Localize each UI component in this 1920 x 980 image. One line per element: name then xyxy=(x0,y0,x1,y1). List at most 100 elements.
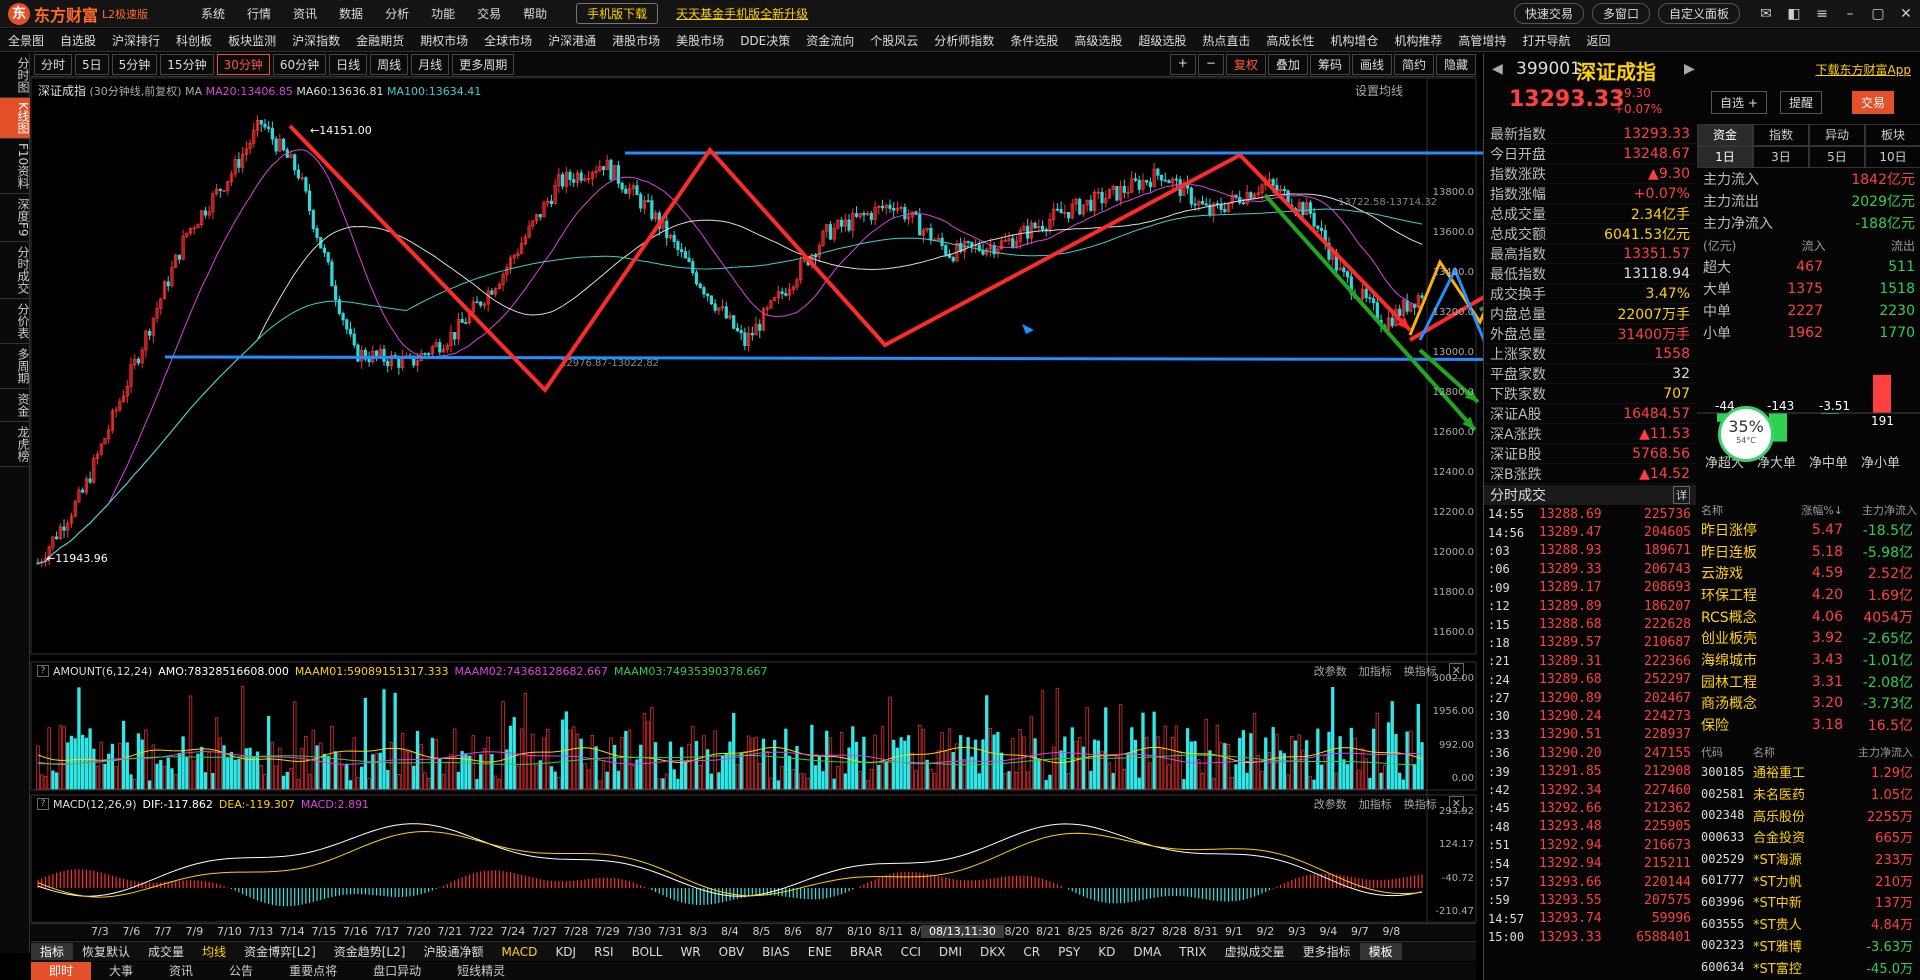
indicator-tab[interactable]: DMI xyxy=(930,945,971,959)
stock-row[interactable]: 603555 *ST贵人 4.84万 xyxy=(1697,913,1920,935)
bottom-tab[interactable]: 资讯 xyxy=(151,962,211,980)
sector-head-cell[interactable]: 主力净流入 xyxy=(1843,502,1917,518)
fund-tab[interactable]: 异动 xyxy=(1809,124,1865,146)
help-icon[interactable]: ? xyxy=(37,665,49,677)
stock-row[interactable]: 601777 *ST力帆 210万 xyxy=(1697,869,1920,891)
market-menu-item[interactable]: 分析师指数 xyxy=(926,32,1002,49)
chart-tool-button[interactable]: 简约 xyxy=(1393,54,1434,75)
indicator-tab[interactable]: CR xyxy=(1014,945,1049,959)
indicator-tab[interactable]: BIAS xyxy=(753,945,799,959)
stock-row[interactable]: 603996 *ST中新 137万 xyxy=(1697,891,1920,913)
indicator-tab[interactable]: BOLL xyxy=(623,945,672,959)
market-menu-item[interactable]: 条件选股 xyxy=(1002,32,1066,49)
sector-row[interactable]: 商汤概念 3.20 -3.73亿 xyxy=(1697,693,1920,715)
bottom-tab[interactable]: 即时 xyxy=(31,962,92,980)
left-tab[interactable]: 分时成交 xyxy=(0,242,30,299)
stock-row[interactable]: 002348 高乐股份 2255万 xyxy=(1697,804,1920,826)
market-menu-item[interactable]: 美股市场 xyxy=(668,32,732,49)
mail-icon[interactable]: ✉ xyxy=(1752,6,1780,22)
market-menu-item[interactable]: 高管增持 xyxy=(1450,32,1514,49)
tick-rows[interactable]: 14:55 13288.69 225736 14:56 13289.47 204605:0… xyxy=(1484,505,1696,946)
add-indicator-button[interactable]: 加指标 xyxy=(1359,796,1392,812)
indicator-tab[interactable]: DMA xyxy=(1124,945,1170,959)
left-tab[interactable]: 分时图 xyxy=(0,53,30,98)
bottom-tab[interactable]: 重要点将 xyxy=(271,962,355,980)
period-button[interactable]: 日线 xyxy=(329,54,368,75)
indicator-tab[interactable]: 沪股通净额 xyxy=(414,943,492,960)
fund-tab[interactable]: 板块 xyxy=(1865,124,1920,146)
sector-row[interactable]: 园林工程 3.31 -2.08亿 xyxy=(1697,671,1920,693)
indicator-tab[interactable]: 均线 xyxy=(193,943,235,960)
left-tab[interactable]: 龙虎榜 xyxy=(0,422,30,467)
chart-tool-button[interactable]: 叠加 xyxy=(1267,54,1308,75)
indicator-tab[interactable]: 模板 xyxy=(1359,943,1402,960)
switch-indicator-button[interactable]: 换指标 xyxy=(1404,796,1437,812)
sector-row[interactable]: 海绵城市 3.43 -1.01亿 xyxy=(1697,649,1920,671)
indicator-tab[interactable]: MACD xyxy=(492,945,546,959)
period-button[interactable]: 60分钟 xyxy=(272,54,327,75)
quick-trade-button[interactable]: 快速交易 xyxy=(1513,3,1584,24)
sector-row[interactable]: 环保工程 4.20 1.69亿 xyxy=(1697,584,1920,606)
chart-tool-button[interactable]: − xyxy=(1197,54,1224,75)
stock-head-cell[interactable]: 名称 xyxy=(1753,744,1849,760)
stock-row[interactable]: 300185 通裕重工 1.29亿 xyxy=(1697,761,1920,783)
left-tab[interactable]: 多周期 xyxy=(0,344,30,389)
market-menu-item[interactable]: 打开导航 xyxy=(1514,32,1578,49)
chart-tool-button[interactable]: 画线 xyxy=(1351,54,1392,75)
change-param-button[interactable]: 改参数 xyxy=(1314,796,1347,812)
download-app-link[interactable]: 下载东方财富App xyxy=(1816,61,1911,78)
top-menu-item[interactable]: 资讯 xyxy=(282,5,328,22)
market-menu-item[interactable]: 热点直击 xyxy=(1194,32,1258,49)
indicator-tab[interactable]: CCI xyxy=(892,945,930,959)
cpu-gauge[interactable]: 35% 54°C xyxy=(1718,406,1774,462)
top-menu-item[interactable]: 分析 xyxy=(374,5,420,22)
top-menu-item[interactable]: 帮助 xyxy=(512,5,558,22)
trade-button[interactable]: 交易 xyxy=(1852,91,1895,114)
indicator-tab[interactable]: DKX xyxy=(971,945,1014,959)
indicator-tab[interactable]: KDJ xyxy=(546,945,585,959)
sector-row[interactable]: 昨日连板 5.18 -5.98亿 xyxy=(1697,541,1920,563)
indicator-tab[interactable]: PSY xyxy=(1049,945,1089,959)
top-menu-item[interactable]: 行情 xyxy=(236,5,282,22)
market-menu-item[interactable]: 沪深港通 xyxy=(540,32,604,49)
stock-row[interactable]: 002529 *ST海源 233万 xyxy=(1697,848,1920,870)
sector-row[interactable]: 保险 3.18 16.5亿 xyxy=(1697,714,1920,736)
close-icon[interactable]: ✕ xyxy=(1892,6,1920,22)
skin-icon[interactable]: ◧ xyxy=(1780,6,1808,22)
sector-head-cell[interactable]: 名称 xyxy=(1701,502,1781,518)
period-button[interactable]: 30分钟 xyxy=(216,54,270,75)
bottom-tab[interactable]: 盘口异动 xyxy=(355,962,439,980)
tick-detail-button[interactable]: 详 xyxy=(1673,486,1690,504)
chart-tool-button[interactable]: 筹码 xyxy=(1309,54,1350,75)
market-menu-item[interactable]: 返回 xyxy=(1578,32,1618,49)
indicator-tab[interactable]: 虚拟成交量 xyxy=(1216,943,1294,960)
market-menu-item[interactable]: DDE决策 xyxy=(732,32,798,49)
left-tab[interactable]: 资金 xyxy=(0,389,30,422)
left-tab[interactable]: 分价表 xyxy=(0,299,30,344)
help-icon[interactable]: ? xyxy=(37,798,49,810)
prev-arrow-icon[interactable]: ◀ xyxy=(1492,61,1503,77)
indicator-tab[interactable]: KD xyxy=(1089,945,1124,959)
stock-head-cell[interactable]: 主力净流入 xyxy=(1849,744,1913,760)
period-button[interactable]: 5分钟 xyxy=(111,54,158,75)
fund-period-tab[interactable]: 5日 xyxy=(1809,146,1865,168)
top-menu-item[interactable]: 交易 xyxy=(466,5,512,22)
market-menu-item[interactable]: 科创板 xyxy=(168,32,220,49)
indicator-tab[interactable]: WR xyxy=(671,945,709,959)
market-menu-item[interactable]: 超级选股 xyxy=(1130,32,1194,49)
bottom-tab[interactable]: 大事 xyxy=(91,962,151,980)
fund-period-tab[interactable]: 1日 xyxy=(1697,146,1753,168)
bottom-tab[interactable]: 短线精灵 xyxy=(439,962,523,980)
market-menu-item[interactable]: 沪深排行 xyxy=(104,32,168,49)
indicator-tab[interactable]: ENE xyxy=(799,945,841,959)
bottom-tab[interactable]: 公告 xyxy=(211,962,271,980)
mobile-download-button[interactable]: 手机版下载 xyxy=(576,3,659,24)
menu-icon[interactable]: ≡ xyxy=(1808,6,1836,22)
sector-row[interactable]: 云游戏 4.59 2.52亿 xyxy=(1697,562,1920,584)
fund-period-tab[interactable]: 10日 xyxy=(1865,146,1920,168)
market-menu-item[interactable]: 板块监测 xyxy=(220,32,284,49)
fund-promo-link[interactable]: 天天基金手机版全新升级 xyxy=(676,5,808,22)
period-button[interactable]: 周线 xyxy=(370,54,409,75)
market-menu-item[interactable]: 全景图 xyxy=(0,32,52,49)
period-button[interactable]: 5日 xyxy=(75,54,109,75)
